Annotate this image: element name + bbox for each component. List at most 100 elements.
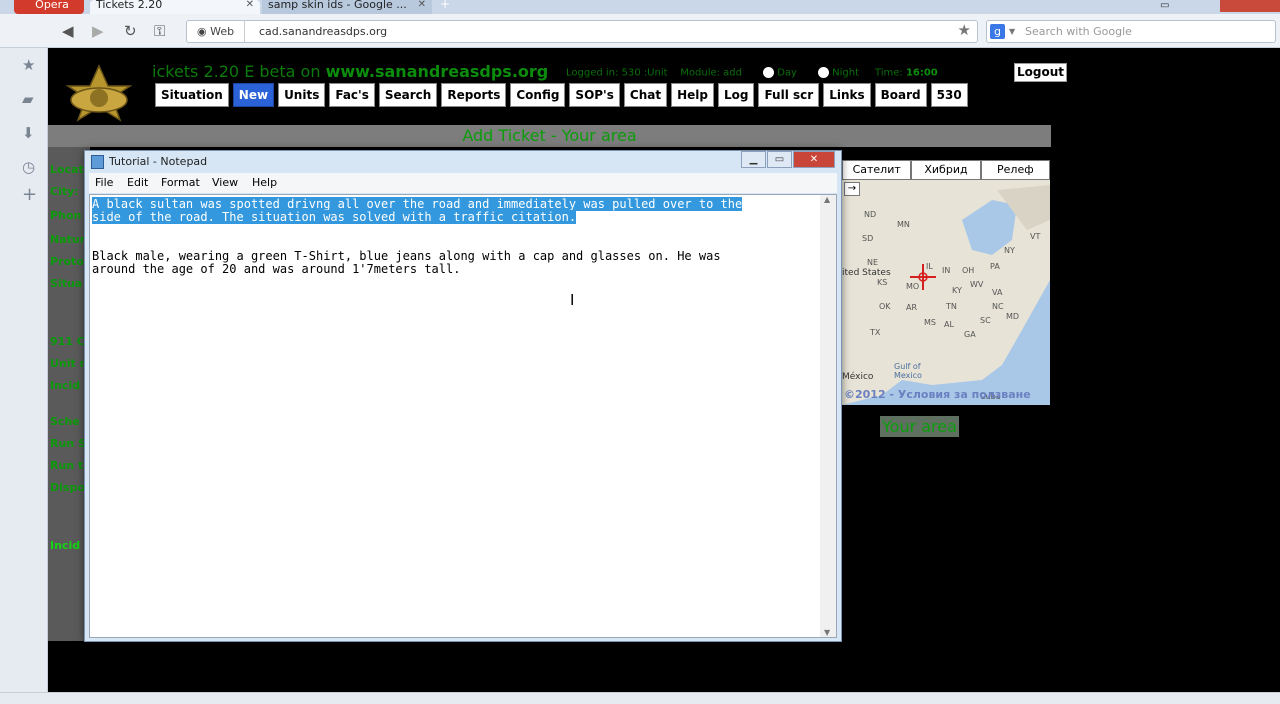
nav-config[interactable]: Config: [510, 83, 566, 107]
form-label-location: Locat: [50, 163, 84, 176]
map-type-satellite[interactable]: Сателит: [842, 160, 912, 180]
time-value: 16:00: [905, 67, 938, 79]
new-tab-icon[interactable]: +: [440, 0, 450, 10]
scroll-up-icon[interactable]: ▲: [824, 195, 830, 204]
scroll-down-icon[interactable]: ▼: [824, 628, 830, 637]
form-label-incident-2: Incid: [50, 539, 81, 552]
map-label: WV: [970, 280, 984, 289]
bookmarks-star-icon[interactable]: ★: [22, 56, 35, 74]
downloads-icon[interactable]: ⬇: [22, 124, 35, 142]
map-copyright[interactable]: ©2012 - Условия за ползване: [844, 388, 1031, 401]
day-radio[interactable]: [763, 67, 775, 78]
web-security-badge[interactable]: ◉ Web: [197, 21, 246, 42]
map-label: OK: [879, 302, 891, 311]
map-label: NE: [867, 258, 879, 267]
globe-icon: ◉: [197, 25, 211, 38]
map-label: MN: [897, 220, 910, 229]
close-tab-icon[interactable]: ✕: [418, 0, 426, 10]
main-nav: Situation New Units Fac's Search Reports…: [155, 83, 968, 107]
map-label: IN: [942, 266, 951, 275]
nav-new[interactable]: New: [232, 83, 275, 107]
header-site-link[interactable]: www.sanandreasdps.org: [326, 62, 549, 81]
url-text: cad.sanandreasdps.org: [259, 25, 388, 38]
menu-help[interactable]: Help: [252, 176, 277, 189]
map-label: AL: [944, 320, 954, 329]
map-background: [842, 160, 1050, 405]
map-label: SD: [862, 234, 874, 243]
key-icon[interactable]: ⚿: [154, 22, 165, 40]
close-tab-icon[interactable]: ✕: [246, 0, 254, 10]
nav-log[interactable]: Log: [717, 83, 755, 107]
notepad-title: Tutorial - Notepad: [109, 155, 208, 168]
notepad-text-area[interactable]: A black sultan was spotted drivng all ov…: [89, 194, 837, 638]
history-clock-icon[interactable]: ◷: [22, 158, 35, 176]
header-title-text: ickets 2.20 E beta on: [152, 62, 321, 81]
map-label: SC: [980, 316, 991, 325]
browser-sidebar: ★ ▰ ⬇ ◷ +: [0, 48, 48, 704]
map-label: TX: [870, 328, 881, 337]
close-icon[interactable]: ✕: [793, 151, 835, 168]
menu-view[interactable]: View: [212, 176, 238, 189]
map-label: NY: [1004, 246, 1015, 255]
map-expand-arrow-icon[interactable]: →: [844, 182, 860, 196]
map-type-selector: Сателит Хибрид Релеф: [842, 160, 1050, 180]
map-type-hybrid[interactable]: Хибрид: [911, 160, 981, 180]
map-label: PA: [990, 262, 1000, 271]
map-label: Gulf of Mexico: [894, 362, 922, 380]
site-header-title: ickets 2.20 E beta on www.sanandreasdps.…: [152, 62, 548, 81]
menu-format[interactable]: Format: [161, 176, 200, 189]
form-label-nature: Natur: [50, 233, 86, 246]
chevron-down-icon[interactable]: ▼: [1009, 21, 1015, 42]
window-close-button[interactable]: [1220, 0, 1280, 12]
tab-google[interactable]: samp skin ids - Google ... ✕: [262, 0, 432, 14]
google-icon[interactable]: g: [990, 24, 1005, 39]
notepad-titlebar[interactable]: Tutorial - Notepad ▁ ▭ ✕: [85, 151, 841, 173]
menu-edit[interactable]: Edit: [127, 176, 148, 189]
form-label-scheduled: Sche: [50, 415, 80, 428]
nav-search[interactable]: Search: [378, 83, 438, 107]
nav-reports[interactable]: Reports: [441, 83, 507, 107]
map-location-crosshair-icon: [910, 264, 936, 290]
form-label-unit: Unit n: [50, 357, 88, 370]
logged-in-text: Logged in: 530 :Unit: [566, 67, 668, 79]
text-cursor-ibeam-icon: I: [570, 291, 575, 309]
nav-help[interactable]: Help: [671, 83, 714, 107]
nav-chat[interactable]: Chat: [623, 83, 668, 107]
add-panel-icon[interactable]: +: [22, 184, 37, 205]
nav-board[interactable]: Board: [874, 83, 927, 107]
map-type-terrain[interactable]: Релеф: [980, 160, 1050, 180]
map-label: TN: [946, 302, 957, 311]
text-line: around the age of 20 and was around 1'7m…: [92, 262, 461, 276]
area-map[interactable]: Сателит Хибрид Релеф → ND MN SD NE KS OK…: [842, 160, 1050, 405]
nav-sops[interactable]: SOP's: [569, 83, 620, 107]
window-restore-icon[interactable]: ▭: [1160, 0, 1169, 11]
logout-button[interactable]: Logout: [1014, 63, 1067, 82]
menu-file[interactable]: File: [95, 176, 113, 189]
nav-units[interactable]: Units: [278, 83, 326, 107]
notes-icon[interactable]: ▰: [22, 90, 34, 108]
map-label: VT: [1030, 232, 1041, 241]
address-bar-row: ◀ ▶ ↻ ⚿ ◉ Web cad.sanandreasdps.org ★ g …: [0, 14, 1280, 48]
opera-menu-button[interactable]: Opera: [14, 0, 84, 14]
department-badge-logo: [65, 64, 133, 122]
url-field[interactable]: ◉ Web cad.sanandreasdps.org ★: [186, 20, 978, 43]
forward-icon[interactable]: ▶: [92, 22, 104, 40]
back-icon[interactable]: ◀: [62, 22, 74, 40]
maximize-icon[interactable]: ▭: [767, 151, 792, 168]
nav-user-530[interactable]: 530: [930, 83, 968, 107]
form-label-run-time: Run t: [50, 459, 84, 472]
nav-links[interactable]: Links: [823, 83, 871, 107]
nav-full-screen[interactable]: Full scr: [758, 83, 820, 107]
map-label: ND: [864, 210, 877, 219]
form-label-protocol: Proto: [50, 255, 84, 268]
reload-icon[interactable]: ↻: [124, 22, 137, 40]
bookmark-star-icon[interactable]: ★: [958, 20, 971, 41]
search-input[interactable]: g ▼ Search with Google: [986, 20, 1276, 43]
nav-situation[interactable]: Situation: [155, 83, 229, 107]
vertical-scrollbar[interactable]: ▲ ▼: [820, 195, 836, 637]
notepad-window[interactable]: Tutorial - Notepad ▁ ▭ ✕ File Edit Forma…: [84, 150, 842, 642]
nav-facs[interactable]: Fac's: [329, 83, 375, 107]
night-radio[interactable]: [818, 67, 830, 78]
minimize-icon[interactable]: ▁: [741, 151, 766, 168]
tab-tickets[interactable]: Tickets 2.20 ✕: [90, 0, 260, 14]
